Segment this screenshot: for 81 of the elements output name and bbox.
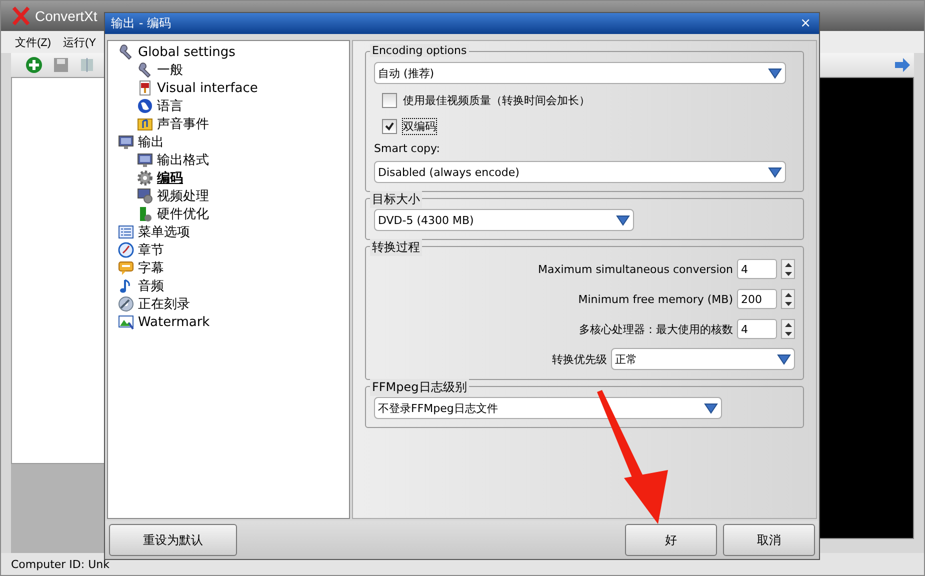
save-icon[interactable]	[53, 57, 69, 73]
tree-item[interactable]: 硬件优化	[137, 205, 209, 223]
cancel-button[interactable]: 取消	[723, 524, 815, 556]
down-arrow-icon	[784, 272, 792, 276]
app-logo-icon	[11, 6, 31, 26]
checkbox-label: 双编码	[403, 118, 436, 134]
tree-item[interactable]: 字幕	[118, 259, 164, 277]
dropdown[interactable]: 自动 (推荐)	[374, 62, 786, 84]
tree-item-icon	[118, 134, 134, 150]
number-field[interactable]: 200	[737, 289, 777, 309]
up-arrow-icon	[784, 322, 792, 326]
dropdown-arrow-icon	[768, 67, 782, 79]
tree-item-icon	[137, 80, 153, 96]
dropdown[interactable]: DVD-5 (4300 MB)	[374, 209, 634, 231]
tree-item[interactable]: 语言	[137, 97, 183, 115]
tree-item-icon	[118, 314, 134, 330]
number-field[interactable]: 4	[737, 319, 777, 339]
up-arrow-icon	[784, 262, 792, 266]
dropdown[interactable]: 正常	[611, 348, 795, 370]
dropdown-arrow-icon	[768, 166, 782, 178]
tree-item[interactable]: 正在刻录	[118, 295, 190, 313]
checkbox[interactable]	[382, 92, 397, 108]
ok-button[interactable]: 好	[625, 524, 717, 556]
group-title: Encoding options	[370, 44, 469, 57]
menu-item[interactable]: 文件(Z)	[15, 34, 52, 50]
checkbox[interactable]	[382, 118, 397, 134]
tree-item[interactable]: Global settings	[118, 43, 236, 61]
tree-item[interactable]: Visual interface	[137, 79, 258, 97]
tree-item[interactable]: 输出	[118, 133, 164, 151]
menu-item[interactable]: 运行(Y	[63, 34, 96, 50]
tree-item-icon	[118, 296, 134, 312]
field-label: Smart copy:	[374, 142, 441, 155]
reset-button[interactable]: 重设为默认	[109, 524, 237, 556]
tree-item-icon	[118, 44, 134, 60]
number-field[interactable]: 4	[737, 259, 777, 279]
dropdown-arrow-icon	[704, 402, 718, 414]
tree-item-icon	[137, 206, 153, 222]
spin-buttons[interactable]	[781, 319, 795, 339]
film-icon[interactable]	[79, 57, 95, 73]
tree-item[interactable]: 编码	[137, 169, 183, 187]
field-label: 转换优先级	[552, 352, 607, 366]
dropdown-arrow-icon	[777, 353, 791, 365]
field-label: Minimum free memory (MB)	[578, 292, 733, 306]
field-label: Maximum simultaneous conversion	[538, 262, 733, 276]
tree-item-icon	[137, 98, 153, 114]
spin-buttons[interactable]	[781, 259, 795, 279]
tree-item-icon	[118, 224, 134, 240]
dropdown[interactable]: 不登录FFMpeg日志文件	[374, 397, 722, 419]
tree-item[interactable]: 章节	[118, 241, 164, 259]
field-label: 多核心处理器：最大使用的核数	[579, 322, 733, 336]
add-icon[interactable]	[25, 56, 43, 74]
dropdown[interactable]: Disabled (always encode)	[374, 161, 786, 183]
tree-item[interactable]: Watermark	[118, 313, 210, 331]
tree-item[interactable]: 菜单选项	[118, 223, 190, 241]
tree-item[interactable]: 声音事件	[137, 115, 209, 133]
tree-item[interactable]: 输出格式	[137, 151, 209, 169]
tree-item-icon	[137, 152, 153, 168]
checkbox-label: 使用最佳视频质量（转换时间会加长）	[403, 92, 590, 108]
forward-arrow-icon[interactable]	[894, 58, 910, 72]
group-title: 转换过程	[370, 239, 422, 256]
window-title: ConvertXt	[35, 8, 98, 24]
dropdown-arrow-icon	[616, 214, 630, 226]
dialog-title: 输出 - 编码	[111, 15, 171, 32]
close-button[interactable]: ×	[798, 16, 813, 31]
spin-buttons[interactable]	[781, 289, 795, 309]
tree-item-icon	[137, 116, 153, 132]
tree-item[interactable]: 视频处理	[137, 187, 209, 205]
down-arrow-icon	[784, 302, 792, 306]
status-text: Computer ID: Unk	[11, 558, 110, 570]
checkmark-icon	[385, 122, 394, 130]
tree-item-icon	[137, 62, 153, 78]
tree-item-icon	[137, 170, 153, 186]
up-arrow-icon	[784, 292, 792, 296]
tree-item[interactable]: 音频	[118, 277, 164, 295]
group-title: FFMpeg日志级别	[370, 379, 469, 396]
down-arrow-icon	[784, 332, 792, 336]
tree-item-icon	[137, 188, 153, 204]
tree-item[interactable]: 一般	[137, 61, 183, 79]
tree-item-icon	[118, 242, 134, 258]
group-title: 目标大小	[370, 191, 422, 208]
tree-item-icon	[118, 260, 134, 276]
